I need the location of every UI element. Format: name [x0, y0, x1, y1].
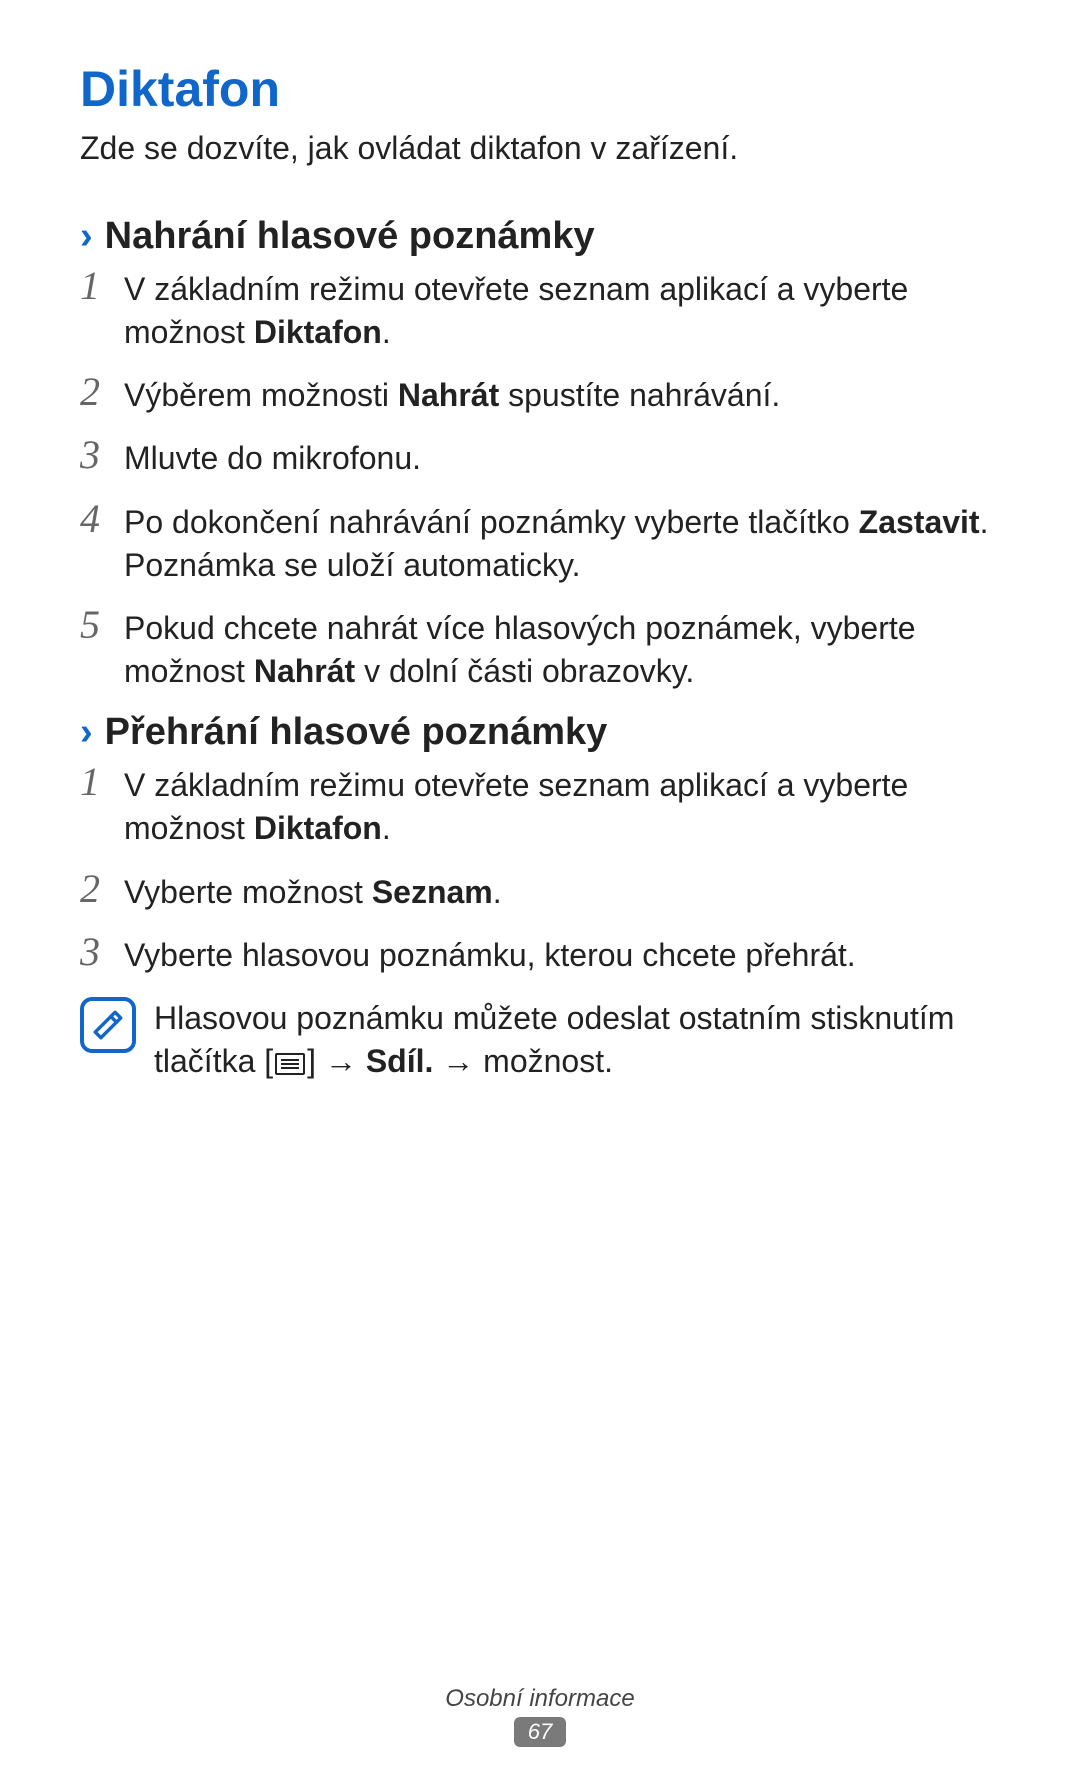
- text-bold: Zastavit: [859, 504, 980, 540]
- step-text: Mluvte do mikrofonu.: [124, 435, 1000, 480]
- step-text: Vyberte možnost Seznam.: [124, 869, 1000, 914]
- step-number: 4: [80, 499, 124, 539]
- step-2: 2 Vyberte možnost Seznam.: [80, 869, 1000, 914]
- footer-label: Osobní informace: [0, 1685, 1080, 1713]
- section-heading-text: Nahrání hlasové poznámky: [105, 215, 595, 258]
- page-title: Diktafon: [80, 60, 1000, 118]
- step-number: 5: [80, 605, 124, 645]
- text-fragment: .: [382, 810, 391, 846]
- text-bold: Nahrát: [254, 653, 355, 689]
- step-3: 3 Vyberte hlasovou poznámku, kterou chce…: [80, 932, 1000, 977]
- step-number: 3: [80, 435, 124, 475]
- text-fragment: v dolní části obrazovky.: [355, 653, 694, 689]
- step-text: V základním režimu otevřete seznam aplik…: [124, 762, 1000, 850]
- step-number: 2: [80, 372, 124, 412]
- section-heading-record: › Nahrání hlasové poznámky: [80, 215, 1000, 258]
- step-number: 1: [80, 266, 124, 306]
- note-icon: [80, 997, 136, 1053]
- note-text: Hlasovou poznámku můžete odeslat ostatní…: [154, 997, 1000, 1083]
- text-bold: Diktafon: [254, 314, 382, 350]
- text-bold: Sdíl.: [366, 1043, 434, 1079]
- step-4: 4 Po dokončení nahrávání poznámky vybert…: [80, 499, 1000, 587]
- section-heading-playback: › Přehrání hlasové poznámky: [80, 711, 1000, 754]
- step-number: 1: [80, 762, 124, 802]
- chevron-icon: ›: [80, 711, 93, 754]
- chevron-icon: ›: [80, 215, 93, 258]
- text-bold: Nahrát: [398, 377, 499, 413]
- step-5: 5 Pokud chcete nahrát více hlasových poz…: [80, 605, 1000, 693]
- step-number: 2: [80, 869, 124, 909]
- step-text: V základním režimu otevřete seznam aplik…: [124, 266, 1000, 354]
- menu-icon: [275, 1053, 305, 1075]
- text-fragment: Vyberte možnost: [124, 874, 372, 910]
- text-fragment: → možnost.: [433, 1043, 613, 1079]
- step-text: Výběrem možnosti Nahrát spustíte nahrává…: [124, 372, 1000, 417]
- text-bold: Seznam: [372, 874, 493, 910]
- text-fragment: V základním režimu otevřete seznam aplik…: [124, 767, 908, 846]
- page-number: 67: [514, 1717, 566, 1747]
- text-fragment: spustíte nahrávání.: [499, 377, 780, 413]
- page-content: Diktafon Zde se dozvíte, jak ovládat dik…: [0, 0, 1080, 1083]
- intro-text: Zde se dozvíte, jak ovládat diktafon v z…: [80, 126, 1000, 171]
- text-fragment: .: [493, 874, 502, 910]
- step-1: 1 V základním režimu otevřete seznam apl…: [80, 762, 1000, 850]
- step-text: Po dokončení nahrávání poznámky vyberte …: [124, 499, 1000, 587]
- step-2: 2 Výběrem možnosti Nahrát spustíte nahrá…: [80, 372, 1000, 417]
- step-number: 3: [80, 932, 124, 972]
- note-row: Hlasovou poznámku můžete odeslat ostatní…: [80, 997, 1000, 1083]
- text-fragment: V základním režimu otevřete seznam aplik…: [124, 271, 908, 350]
- text-fragment: Po dokončení nahrávání poznámky vyberte …: [124, 504, 859, 540]
- step-text: Vyberte hlasovou poznámku, kterou chcete…: [124, 932, 1000, 977]
- page-footer: Osobní informace 67: [0, 1685, 1080, 1747]
- step-3: 3 Mluvte do mikrofonu.: [80, 435, 1000, 480]
- section-heading-text: Přehrání hlasové poznámky: [105, 711, 608, 754]
- text-fragment: ] →: [307, 1043, 366, 1079]
- text-fragment: .: [382, 314, 391, 350]
- text-fragment: Výběrem možnosti: [124, 377, 398, 413]
- step-1: 1 V základním režimu otevřete seznam apl…: [80, 266, 1000, 354]
- text-bold: Diktafon: [254, 810, 382, 846]
- step-text: Pokud chcete nahrát více hlasových pozná…: [124, 605, 1000, 693]
